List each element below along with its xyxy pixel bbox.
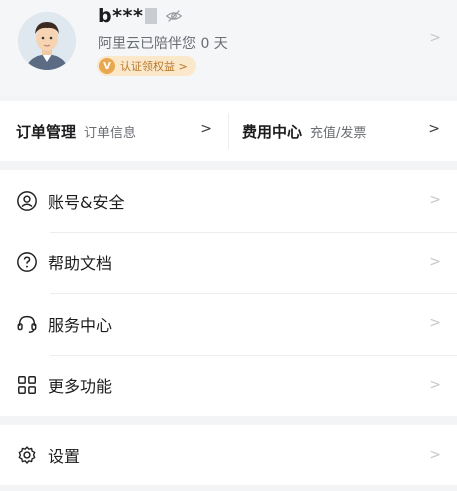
menu-item-label: 更多功能 [48, 377, 113, 397]
certification-badge[interactable]: V 认证领权益 > [97, 56, 196, 76]
menu-item-service-center[interactable]: 服务中心 > [0, 293, 457, 355]
certification-badge-label: 认证领权益 > [120, 60, 188, 73]
eye-slash-icon[interactable] [165, 7, 183, 25]
order-management-link[interactable]: 订单管理 订单信息 > [0, 101, 228, 161]
chevron-right-icon: > [200, 121, 212, 137]
chevron-right-icon: > [429, 30, 441, 46]
settings-label: 设置 [48, 447, 81, 466]
masked-username-block [145, 8, 158, 24]
chevron-right-icon: > [429, 447, 441, 463]
menu-item-label: 帮助文档 [48, 254, 113, 274]
menu-list: 账号&安全 > 帮助文档 > 服务中心 > 更多功能 > [0, 170, 457, 416]
grid-icon [18, 376, 36, 395]
chevron-right-icon: > [429, 376, 441, 393]
menu-item-label: 账号&安全 [48, 192, 125, 212]
quick-links: 订单管理 订单信息 > 费用中心 充值/发票 > [0, 101, 457, 161]
username-row: b*** [98, 5, 183, 27]
quick-link-subtitle: 订单信息 [84, 125, 137, 141]
user-circle-icon [17, 190, 37, 211]
companion-days-text: 阿里云已陪伴您 0 天 [98, 36, 228, 52]
headset-icon [17, 315, 37, 333]
menu-item-more-features[interactable]: 更多功能 > [0, 354, 457, 417]
profile-card[interactable]: b*** 阿里云已陪伴您 0 天 V 认证领权益 > > [0, 0, 457, 96]
billing-center-link[interactable]: 费用中心 充值/发票 > [228, 101, 456, 161]
question-circle-icon [17, 252, 37, 273]
quick-link-title: 费用中心 [242, 122, 303, 141]
avatar-image [18, 12, 76, 70]
menu-item-help-docs[interactable]: 帮助文档 > [0, 231, 457, 294]
chevron-right-icon: > [428, 121, 440, 137]
menu-item-label: 服务中心 [48, 315, 113, 335]
username: b*** [98, 5, 144, 27]
gear-icon [18, 446, 36, 464]
menu-item-account-security[interactable]: 账号&安全 > [0, 170, 457, 232]
chevron-right-icon: > [429, 253, 441, 270]
avatar[interactable] [18, 12, 76, 70]
chevron-right-icon: > [429, 315, 441, 331]
chevron-right-icon: > [429, 192, 441, 208]
menu-item-settings[interactable]: 设置 > [0, 425, 457, 485]
v-badge-icon: V [99, 58, 115, 74]
quick-link-title: 订单管理 [16, 122, 77, 141]
quick-link-subtitle: 充值/发票 [310, 125, 367, 141]
